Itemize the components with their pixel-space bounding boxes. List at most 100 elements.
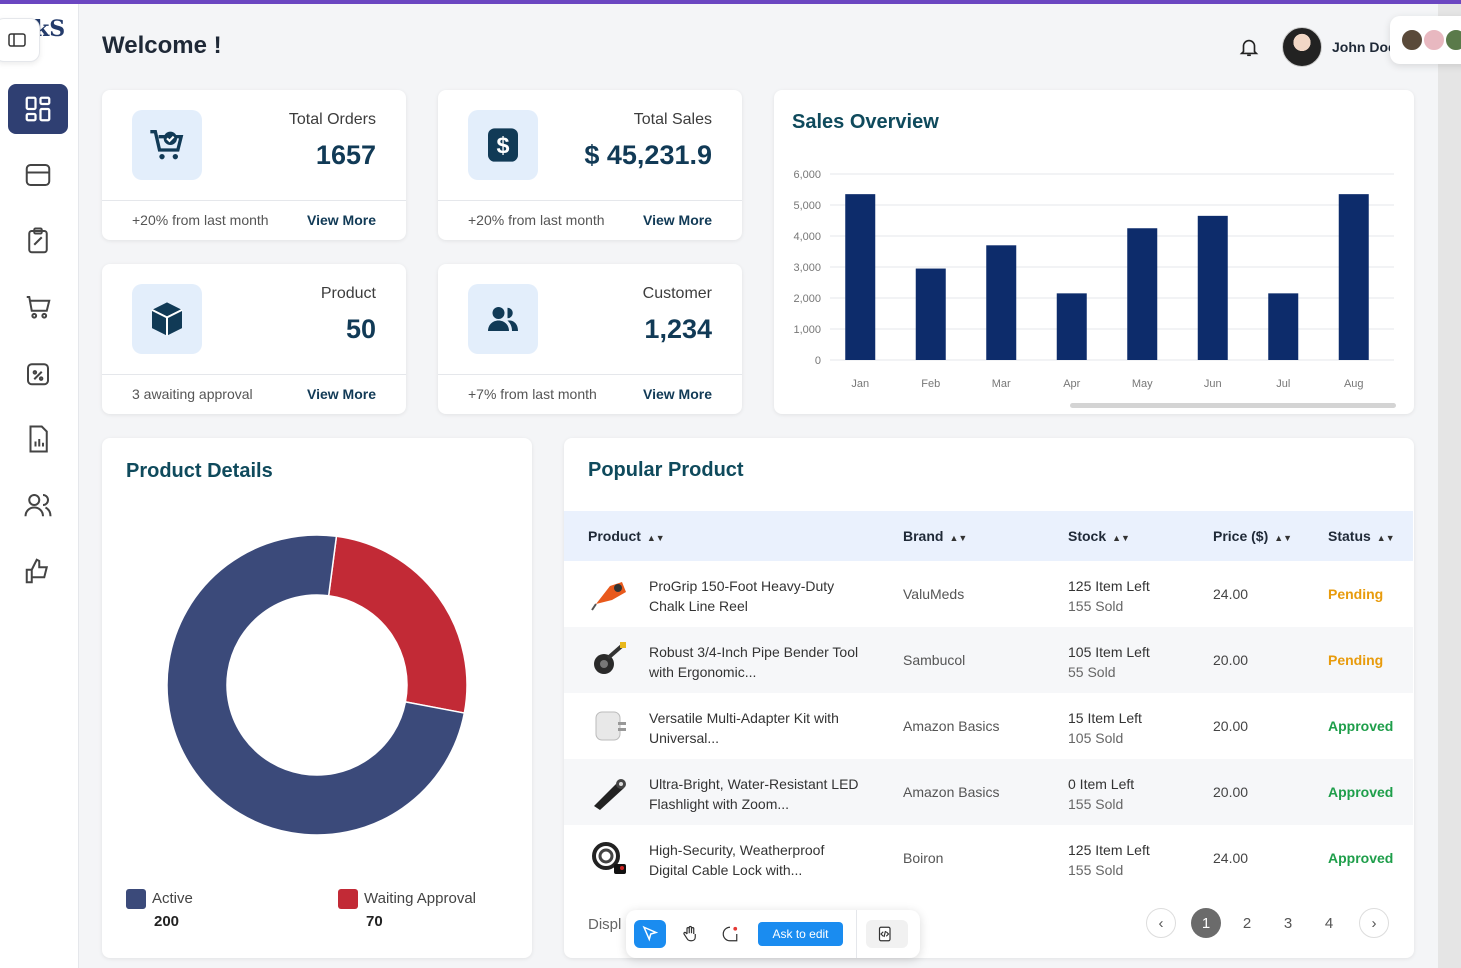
status-badge: Approved: [1328, 784, 1394, 800]
legend-swatch-active: [126, 889, 146, 909]
notification-button[interactable]: [1238, 36, 1260, 63]
product-price: 24.00: [1213, 850, 1249, 866]
bar-aug[interactable]: [1338, 194, 1369, 360]
x-tick-label: May: [1132, 378, 1153, 390]
bell-icon: [1239, 39, 1259, 57]
stat-footnote: +7% from last month: [468, 386, 597, 402]
product-brand: Sambucol: [903, 652, 966, 668]
collaborator-avatar[interactable]: [1422, 28, 1446, 52]
sidebar-item-customers[interactable]: [8, 480, 68, 530]
page-1-button[interactable]: 1: [1191, 908, 1221, 938]
dashboard-icon: [25, 96, 51, 122]
comment-tool-button[interactable]: [714, 920, 746, 948]
status-badge: Pending: [1328, 652, 1384, 668]
sidebar-item-feedback[interactable]: [8, 546, 68, 596]
user-name[interactable]: John Doe: [1332, 39, 1396, 55]
bar-jul[interactable]: [1268, 293, 1299, 360]
column-header-price[interactable]: Price ($) ▲▼: [1213, 528, 1292, 544]
collaborator-avatar[interactable]: [1400, 28, 1424, 52]
sidebar-item-dashboard[interactable]: [8, 84, 68, 134]
bar-may[interactable]: [1127, 228, 1158, 360]
product-stock: 105 Item Left 55 Sold: [1068, 644, 1150, 680]
svg-text:$: $: [497, 132, 510, 158]
product-stock: 0 Item Left 155 Sold: [1068, 776, 1135, 812]
code-view-button[interactable]: [866, 920, 908, 948]
bar-jan[interactable]: [845, 194, 876, 360]
page-4-button[interactable]: 4: [1314, 908, 1344, 938]
product-name[interactable]: High-Security, Weatherproof Digital Cable…: [649, 840, 824, 880]
sidebar-item-products[interactable]: [8, 150, 68, 200]
status-badge: Approved: [1328, 850, 1394, 866]
chart-scrollbar[interactable]: [1070, 403, 1396, 408]
sidebar-toggle-button[interactable]: [0, 18, 40, 62]
product-donut-chart: [166, 534, 468, 836]
view-more-link[interactable]: View More: [643, 212, 712, 228]
product-price: 20.00: [1213, 652, 1249, 668]
column-header-product[interactable]: Product ▲▼: [588, 528, 665, 544]
cart-check-icon: [150, 130, 184, 160]
column-header-stock[interactable]: Stock ▲▼: [1068, 528, 1130, 544]
table-row[interactable]: Robust 3/4-Inch Pipe Bender Tool with Erg…: [564, 627, 1413, 693]
select-tool-button[interactable]: [634, 920, 666, 948]
sidebar-item-discounts[interactable]: [8, 348, 68, 398]
bar-jun[interactable]: [1197, 215, 1228, 360]
product-name[interactable]: Versatile Multi-Adapter Kit with Universa…: [649, 708, 839, 748]
x-tick-label: Jun: [1204, 378, 1222, 390]
y-tick-label: 2,000: [793, 293, 821, 305]
product-name[interactable]: Ultra-Bright, Water-Resistant LED Flashli…: [649, 774, 859, 814]
product-price: 24.00: [1213, 586, 1249, 602]
vertical-scrollbar[interactable]: [1438, 4, 1461, 968]
legend-swatch-waiting: [338, 889, 358, 909]
page-3-button[interactable]: 3: [1273, 908, 1303, 938]
product-name[interactable]: Robust 3/4-Inch Pipe Bender Tool with Erg…: [649, 642, 858, 682]
view-more-link[interactable]: View More: [643, 386, 712, 402]
view-more-link[interactable]: View More: [307, 386, 376, 402]
table-row[interactable]: High-Security, Weatherproof Digital Cable…: [564, 825, 1413, 891]
y-tick-label: 4,000: [793, 231, 821, 243]
report-icon: [29, 425, 48, 453]
product-brand: Amazon Basics: [903, 718, 1000, 734]
sidebar-item-reports[interactable]: [8, 414, 68, 464]
stat-label: Total Sales: [633, 111, 712, 128]
collaborators[interactable]: [1390, 16, 1461, 64]
sales-overview-card: Sales Overview 0 1,000 2,000 3,000 4,000 5,00…: [774, 90, 1414, 414]
page-2-button[interactable]: 2: [1232, 908, 1262, 938]
stat-footnote: 3 awaiting approval: [132, 386, 253, 402]
product-price: 20.00: [1213, 718, 1249, 734]
table-row[interactable]: Ultra-Bright, Water-Resistant LED Flashli…: [564, 759, 1413, 825]
prev-page-button[interactable]: ‹: [1146, 908, 1176, 938]
popular-product-card: Popular Product Product ▲▼ Brand ▲▼ Stock ▲…: [564, 438, 1414, 958]
thumbs-icon: [25, 558, 49, 584]
table-row[interactable]: Versatile Multi-Adapter Kit with Universa…: [564, 693, 1413, 759]
sidebar-item-cart[interactable]: [8, 282, 68, 332]
ask-to-edit-button[interactable]: Ask to edit: [758, 922, 843, 946]
view-more-link[interactable]: View More: [307, 212, 376, 228]
stat-value: 1,234: [644, 314, 712, 344]
y-tick-label: 0: [815, 355, 821, 367]
product-name[interactable]: ProGrip 150-Foot Heavy-Duty Chalk Line Re…: [649, 576, 834, 616]
product-stock: 125 Item Left 155 Sold: [1068, 578, 1150, 614]
bar-feb[interactable]: [915, 268, 946, 360]
discount-icon: [27, 363, 49, 386]
x-tick-label: Aug: [1344, 378, 1364, 390]
bar-mar[interactable]: [986, 245, 1017, 360]
column-header-status[interactable]: Status ▲▼: [1328, 528, 1395, 544]
sidebar-item-orders[interactable]: [8, 216, 68, 266]
bar-apr[interactable]: [1056, 293, 1087, 360]
box-icon: [25, 164, 51, 186]
table-header: Product ▲▼ Brand ▲▼ Stock ▲▼ Price ($) ▲▼ St…: [564, 511, 1413, 561]
table-row[interactable]: ProGrip 150-Foot Heavy-Duty Chalk Line Re…: [564, 561, 1413, 627]
status-badge: Pending: [1328, 586, 1384, 602]
chevron-right-icon: ›: [1371, 914, 1377, 932]
stat-card-customer: Customer 1,234 +7% from last month View …: [438, 264, 742, 414]
collaborator-avatar[interactable]: [1444, 28, 1461, 52]
column-header-brand[interactable]: Brand ▲▼: [903, 528, 967, 544]
hand-tool-button[interactable]: [674, 920, 706, 948]
comment-icon: [722, 926, 738, 942]
next-page-button[interactable]: ›: [1359, 908, 1389, 938]
package-icon: [151, 302, 183, 336]
x-tick-label: Jan: [851, 378, 869, 390]
avatar[interactable]: [1282, 27, 1322, 67]
page-title: Welcome !: [102, 32, 222, 59]
donut-slice-waiting-approval[interactable]: [327, 535, 468, 714]
